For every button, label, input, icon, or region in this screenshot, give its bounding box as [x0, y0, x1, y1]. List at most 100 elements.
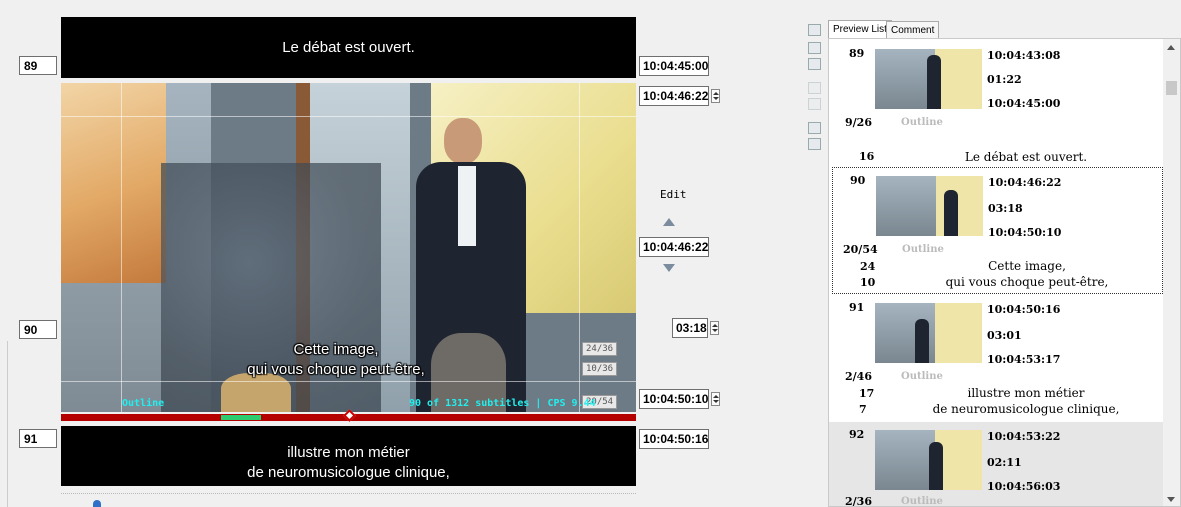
safe-area-line — [61, 381, 636, 382]
entry-duration: 01:22 — [987, 73, 1022, 86]
scroll-down-icon[interactable] — [1167, 497, 1175, 502]
entry-timecode-in: 10:04:50:16 — [987, 303, 1061, 316]
scrubber-thumb[interactable] — [93, 500, 101, 507]
entry-timecode-in: 10:04:46:22 — [988, 176, 1062, 189]
entry-timecode-out: 10:04:53:17 — [987, 353, 1061, 366]
entry-subtitle-text: Le débat est ouvert. — [889, 149, 1163, 165]
overlay-subtitle[interactable]: Cette image, qui vous choque peut-être, — [171, 340, 501, 380]
tab-preview-list[interactable]: Preview List — [828, 20, 892, 39]
entry-timecode-out: 10:04:56:03 — [987, 480, 1061, 493]
safe-area-line — [121, 83, 122, 412]
edit-label: Edit — [660, 188, 687, 201]
speaker-head — [444, 118, 482, 164]
insert-above-icon[interactable] — [808, 122, 821, 134]
list-item[interactable]: 89 10:04:43:08 01:22 10:04:45:00 9/26 Ou… — [829, 39, 1163, 167]
bottom-scrubber[interactable] — [61, 493, 636, 499]
duration-group: 03:18 — [672, 318, 719, 338]
entry-thumbnail — [875, 430, 982, 490]
duration-spinner[interactable] — [710, 320, 719, 335]
down-arrow-icon[interactable] — [663, 264, 675, 272]
entry-outline-label: Outline — [901, 496, 943, 507]
scroll-thumb[interactable] — [1166, 81, 1177, 95]
entry-timecode-out: 10:04:50:10 — [988, 226, 1062, 239]
entry-subtitle-line1: Cette image, — [988, 259, 1066, 273]
entry-thumbnail — [875, 303, 982, 363]
entry-subtitle-line1: illustre mon métier — [967, 386, 1085, 400]
entry-timecode-in: 10:04:43:08 — [987, 49, 1061, 62]
next-subtitle-panel[interactable]: illustre mon métier de neuromusicologue … — [61, 426, 636, 486]
end-timecode-spinner[interactable] — [711, 391, 720, 406]
entry-duration: 03:18 — [988, 202, 1023, 215]
next-number-field[interactable]: 91 — [19, 429, 57, 448]
entry-duration: 02:11 — [987, 456, 1022, 469]
edit-timecode[interactable]: 10:04:46:22 — [639, 237, 709, 257]
align-top-icon[interactable] — [808, 24, 821, 36]
list-item[interactable]: 92 10:04:53:22 02:11 10:04:56:03 2/36 Ou… — [829, 422, 1163, 507]
entry-outline-label: Outline — [902, 244, 944, 255]
timeline-bar[interactable] — [61, 409, 636, 422]
vertical-scrollbar[interactable] — [1163, 39, 1180, 506]
entry-duration: 03:01 — [987, 329, 1022, 342]
entry-subtitle-text: Cette image, qui vous choque peut-être, — [890, 258, 1164, 290]
entry-number: 92 — [849, 428, 865, 441]
entry-subtitle-line1: Le débat est ouvert. — [964, 150, 1088, 164]
entry-char-ratio: 20/54 — [843, 243, 878, 256]
video-frame[interactable]: Cette image, qui vous choque peut-être, … — [61, 83, 636, 412]
entry-cps-line2: 10 — [860, 276, 876, 289]
video-scene-screen — [61, 83, 166, 283]
preview-panel: Preview List Comment 89 10:04:43:08 01:2… — [828, 17, 1181, 507]
current-end-timecode[interactable]: 10:04:50:10 — [639, 389, 709, 409]
subtitle-status: 90 of 1312 subtitles | CPS 9.44 — [409, 398, 596, 409]
entry-subtitle-line2: qui vous choque peut-être, — [945, 275, 1109, 289]
prev-subtitle-panel[interactable]: Le débat est ouvert. — [61, 17, 636, 78]
entry-subtitle-text: illustre mon métier de neuromusicologue … — [889, 385, 1163, 417]
overlay-subtitle-line2: qui vous choque peut-être, — [247, 361, 425, 378]
current-end-timecode-group: 10:04:50:10 — [639, 389, 720, 409]
entry-char-ratio: 2/36 — [845, 495, 872, 507]
prev-end-timecode[interactable]: 10:04:45:00 — [639, 56, 709, 76]
entry-number: 89 — [849, 47, 865, 60]
entry-number: 91 — [849, 301, 865, 314]
next-start-timecode[interactable]: 10:04:50:16 — [639, 429, 709, 449]
divider — [7, 341, 8, 507]
current-start-timecode[interactable]: 10:04:46:22 — [639, 86, 709, 106]
outline-label: Outline — [122, 398, 165, 409]
list-item[interactable]: 91 10:04:50:16 03:01 10:04:53:17 2/46 Ou… — [829, 295, 1163, 421]
entry-cps-line2: 7 — [859, 403, 867, 416]
line2-char-count: 10/36 — [582, 362, 618, 376]
entry-timecode-out: 10:04:45:00 — [987, 97, 1061, 110]
safe-area-line — [61, 116, 636, 117]
entry-thumbnail — [875, 49, 982, 109]
entry-char-ratio: 9/26 — [845, 116, 872, 129]
tool-strip — [806, 14, 826, 164]
speaker-shirt — [458, 166, 476, 246]
entry-thumbnail — [876, 176, 983, 236]
entry-timecode-in: 10:04:53:22 — [987, 430, 1061, 443]
current-start-timecode-group: 10:04:46:22 — [639, 86, 720, 106]
app-window: Le débat est ouvert. 89 10:04:45:00 10:0… — [0, 0, 1181, 507]
current-number-field[interactable]: 90 — [19, 320, 57, 339]
entry-cps-line1: 17 — [859, 387, 875, 400]
overlay-subtitle-line1: Cette image, — [293, 341, 379, 358]
align-bottom-icon[interactable] — [808, 58, 821, 70]
prev-number-field[interactable]: 89 — [19, 56, 57, 75]
entry-subtitle-line2: de neuromusicologue clinique, — [932, 402, 1120, 416]
entry-cps-line1: 16 — [859, 150, 875, 163]
move-up-icon[interactable] — [808, 82, 821, 94]
start-timecode-spinner[interactable] — [711, 88, 720, 103]
move-down-icon[interactable] — [808, 98, 821, 110]
entry-char-ratio: 2/46 — [845, 370, 872, 383]
align-list-icon[interactable] — [808, 42, 821, 54]
insert-below-icon[interactable] — [808, 138, 821, 150]
next-subtitle-line1: illustre mon métier — [287, 444, 410, 461]
entry-outline-label: Outline — [901, 117, 943, 128]
entry-outline-label: Outline — [901, 371, 943, 382]
scroll-up-icon[interactable] — [1167, 45, 1175, 50]
duration-field[interactable]: 03:18 — [672, 318, 708, 338]
timeline-segment-marker — [221, 415, 261, 420]
list-item-selected[interactable]: 90 10:04:46:22 03:18 10:04:50:10 20/54 O… — [832, 167, 1163, 294]
entry-cps-line1: 24 — [860, 260, 876, 273]
preview-list[interactable]: 89 10:04:43:08 01:22 10:04:45:00 9/26 Ou… — [828, 38, 1181, 507]
next-subtitle-line2: de neuromusicologue clinique, — [247, 464, 450, 481]
up-arrow-icon[interactable] — [663, 218, 675, 226]
